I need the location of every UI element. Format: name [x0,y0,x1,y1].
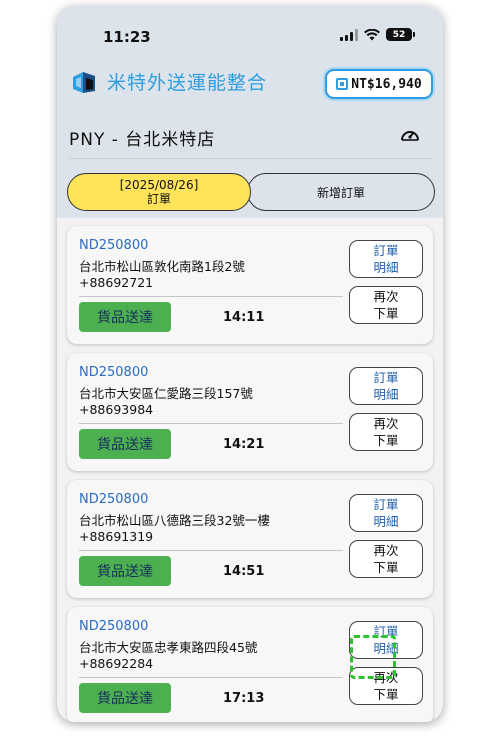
phone-screen: 11:23 52 米特外送運能整合 NT$16,940 PNY - 台北米特店 [57,6,443,722]
reorder-label-2: 下單 [373,306,399,321]
divider [79,296,343,297]
order-id: ND250800 [79,365,149,380]
order-detail-label-2: 明細 [373,260,399,275]
order-detail-label-1: 訂單 [373,497,399,512]
order-phone: +88693984 [79,402,154,417]
order-time: 14:21 [223,437,265,452]
deliver-button[interactable]: 貨品送達 [79,556,171,586]
tab-bar: [2025/08/26] 訂單 新增訂單 [67,173,435,211]
tab-new-order[interactable]: 新增訂單 [247,173,435,211]
status-icons: 52 [340,28,415,41]
battery-icon: 52 [386,28,415,41]
focus-indicator [350,635,396,679]
reorder-label-1: 再次 [373,416,399,431]
reorder-button[interactable]: 再次 下單 [349,413,423,451]
reorder-label-2: 下單 [373,687,399,702]
tab-orders-date: [2025/08/26] [119,178,199,192]
app-title: 米特外送運能整合 [107,72,268,94]
divider [79,677,343,678]
order-detail-button[interactable]: 訂單 明細 [349,240,423,278]
signal-icon [340,28,358,41]
tab-orders-label: 訂單 [146,192,171,206]
order-detail-label-1: 訂單 [373,243,399,258]
reorder-button[interactable]: 再次 下單 [349,286,423,324]
brand-row: 米特外送運能整合 [71,68,267,95]
reorder-label-1: 再次 [373,543,399,558]
store-row: PNY - 台北米特店 [69,119,431,159]
reorder-label-1: 再次 [373,289,399,304]
order-detail-button[interactable]: 訂單 明細 [349,494,423,532]
order-detail-label-2: 明細 [373,514,399,529]
order-id: ND250800 [79,619,149,634]
status-time: 11:23 [103,28,151,46]
divider [79,550,343,551]
order-time: 14:11 [223,310,265,325]
reorder-label-2: 下單 [373,560,399,575]
balance-amount: NT$16,940 [351,76,422,92]
deliver-button[interactable]: 貨品送達 [79,302,171,332]
order-card: ND250800 台北市松山區八德路三段32號一樓 +88691319 貨品送達… [67,480,433,598]
reorder-button[interactable]: 再次 下單 [349,540,423,578]
order-address: 台北市松山區敦化南路1段2號 [79,259,245,274]
order-detail-label-1: 訂單 [373,370,399,385]
order-id: ND250800 [79,492,149,507]
wallet-icon [336,78,349,90]
logo-icon [73,71,95,93]
order-address: 台北市大安區仁愛路三段157號 [79,386,253,401]
reorder-label-2: 下單 [373,433,399,448]
balance-badge[interactable]: NT$16,940 [325,69,433,99]
order-phone: +88692721 [79,275,154,290]
order-address: 台北市松山區八德路三段32號一樓 [79,513,270,528]
order-card: ND250800 台北市大安區仁愛路三段157號 +88693984 貨品送達 … [67,353,433,471]
deliver-button[interactable]: 貨品送達 [79,429,171,459]
divider [79,423,343,424]
status-bar: 11:23 52 [57,6,443,60]
order-detail-label-2: 明細 [373,387,399,402]
order-phone: +88691319 [79,529,154,544]
deliver-button[interactable]: 貨品送達 [79,683,171,713]
order-time: 14:51 [223,564,265,579]
order-detail-button[interactable]: 訂單 明細 [349,367,423,405]
order-phone: +88692284 [79,656,154,671]
speedometer-icon[interactable] [399,124,421,146]
order-id: ND250800 [79,238,149,253]
order-card: ND250800 台北市松山區敦化南路1段2號 +88692721 貨品送達 1… [67,226,433,344]
tab-orders[interactable]: [2025/08/26] 訂單 [67,173,251,211]
store-name: PNY - 台北米特店 [69,130,216,150]
order-time: 17:13 [223,691,265,706]
order-address: 台北市大安區忠孝東路四段45號 [79,640,258,655]
wifi-icon [364,28,380,40]
